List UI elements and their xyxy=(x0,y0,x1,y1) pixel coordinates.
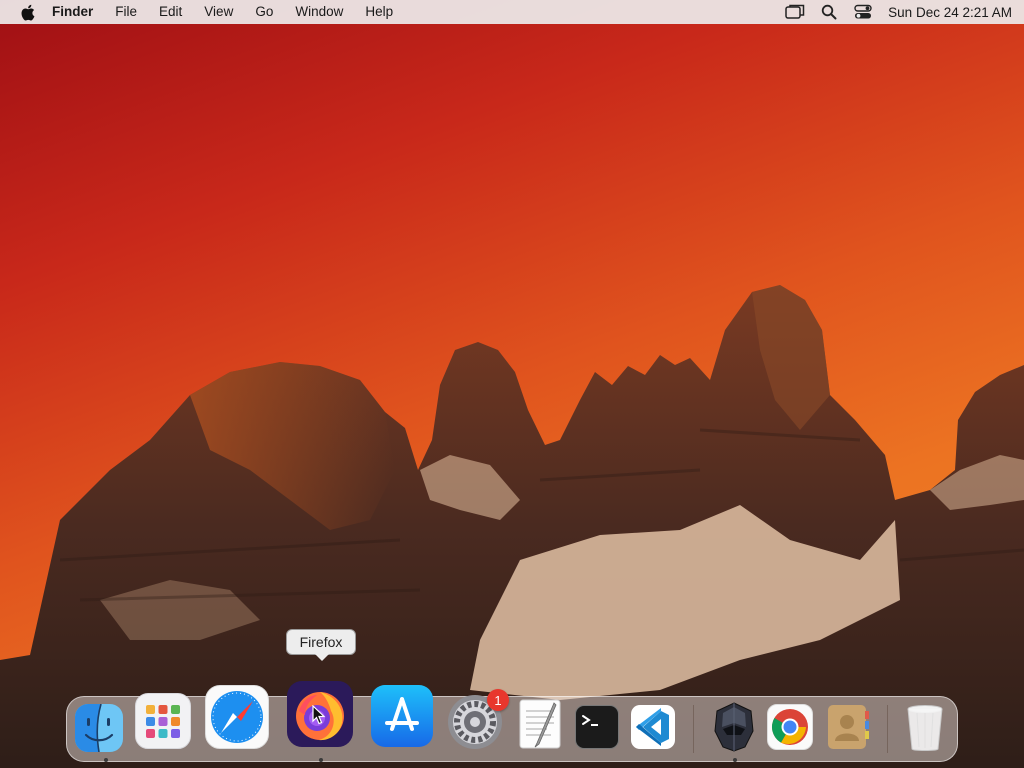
mouse-cursor-icon xyxy=(312,705,326,725)
dock-item-launchpad[interactable] xyxy=(135,693,193,763)
finder-icon xyxy=(75,704,123,752)
trash-icon xyxy=(903,703,947,753)
screen-mirroring-icon[interactable] xyxy=(784,2,806,22)
dock-item-chrome[interactable] xyxy=(767,697,815,763)
dock-separator xyxy=(693,705,694,753)
dock-item-safari[interactable] xyxy=(205,685,271,763)
dock-item-app-store[interactable] xyxy=(371,685,435,763)
helmet-icon xyxy=(711,701,757,753)
notification-badge: 1 xyxy=(487,689,509,711)
dock-item-vscode[interactable] xyxy=(631,697,679,763)
dock-item-finder[interactable] xyxy=(75,697,125,763)
menu-view[interactable]: View xyxy=(193,0,244,24)
dock-item-terminal[interactable] xyxy=(575,697,623,763)
dock-item-trash[interactable] xyxy=(903,697,951,763)
dock-item-textedit[interactable] xyxy=(517,697,565,763)
dock-item-contacts[interactable] xyxy=(825,697,873,763)
menu-clock[interactable]: Sun Dec 24 2:21 AM xyxy=(888,5,1012,20)
vscode-icon xyxy=(631,705,675,749)
running-indicator xyxy=(319,758,323,762)
chrome-icon xyxy=(767,704,813,750)
apple-menu-icon[interactable] xyxy=(18,2,36,22)
app-store-icon xyxy=(371,685,433,747)
dock: 1 xyxy=(66,681,958,763)
spotlight-search-icon[interactable] xyxy=(818,2,840,22)
launchpad-icon xyxy=(135,693,191,749)
mountain-illustration xyxy=(0,285,1024,768)
dock-item-helmet-app[interactable] xyxy=(711,697,759,763)
menu-edit[interactable]: Edit xyxy=(148,0,193,24)
contacts-icon xyxy=(825,703,871,751)
dock-item-system-preferences[interactable]: 1 xyxy=(447,689,509,763)
menu-go[interactable]: Go xyxy=(244,0,284,24)
safari-icon xyxy=(205,685,269,749)
textedit-icon xyxy=(517,697,563,751)
desktop-wallpaper xyxy=(0,0,1024,768)
menu-app-finder[interactable]: Finder xyxy=(52,0,104,24)
control-center-icon[interactable] xyxy=(852,2,874,22)
dock-tooltip: Firefox xyxy=(286,629,356,661)
running-indicator xyxy=(104,758,108,762)
menu-help[interactable]: Help xyxy=(354,0,404,24)
menu-window[interactable]: Window xyxy=(284,0,354,24)
dock-item-firefox[interactable] xyxy=(287,681,355,763)
dock-separator xyxy=(887,705,888,753)
terminal-icon xyxy=(575,705,619,749)
menu-bar: Finder File Edit View Go Window Help Sun… xyxy=(0,0,1024,24)
running-indicator xyxy=(733,758,737,762)
menu-file[interactable]: File xyxy=(104,0,148,24)
